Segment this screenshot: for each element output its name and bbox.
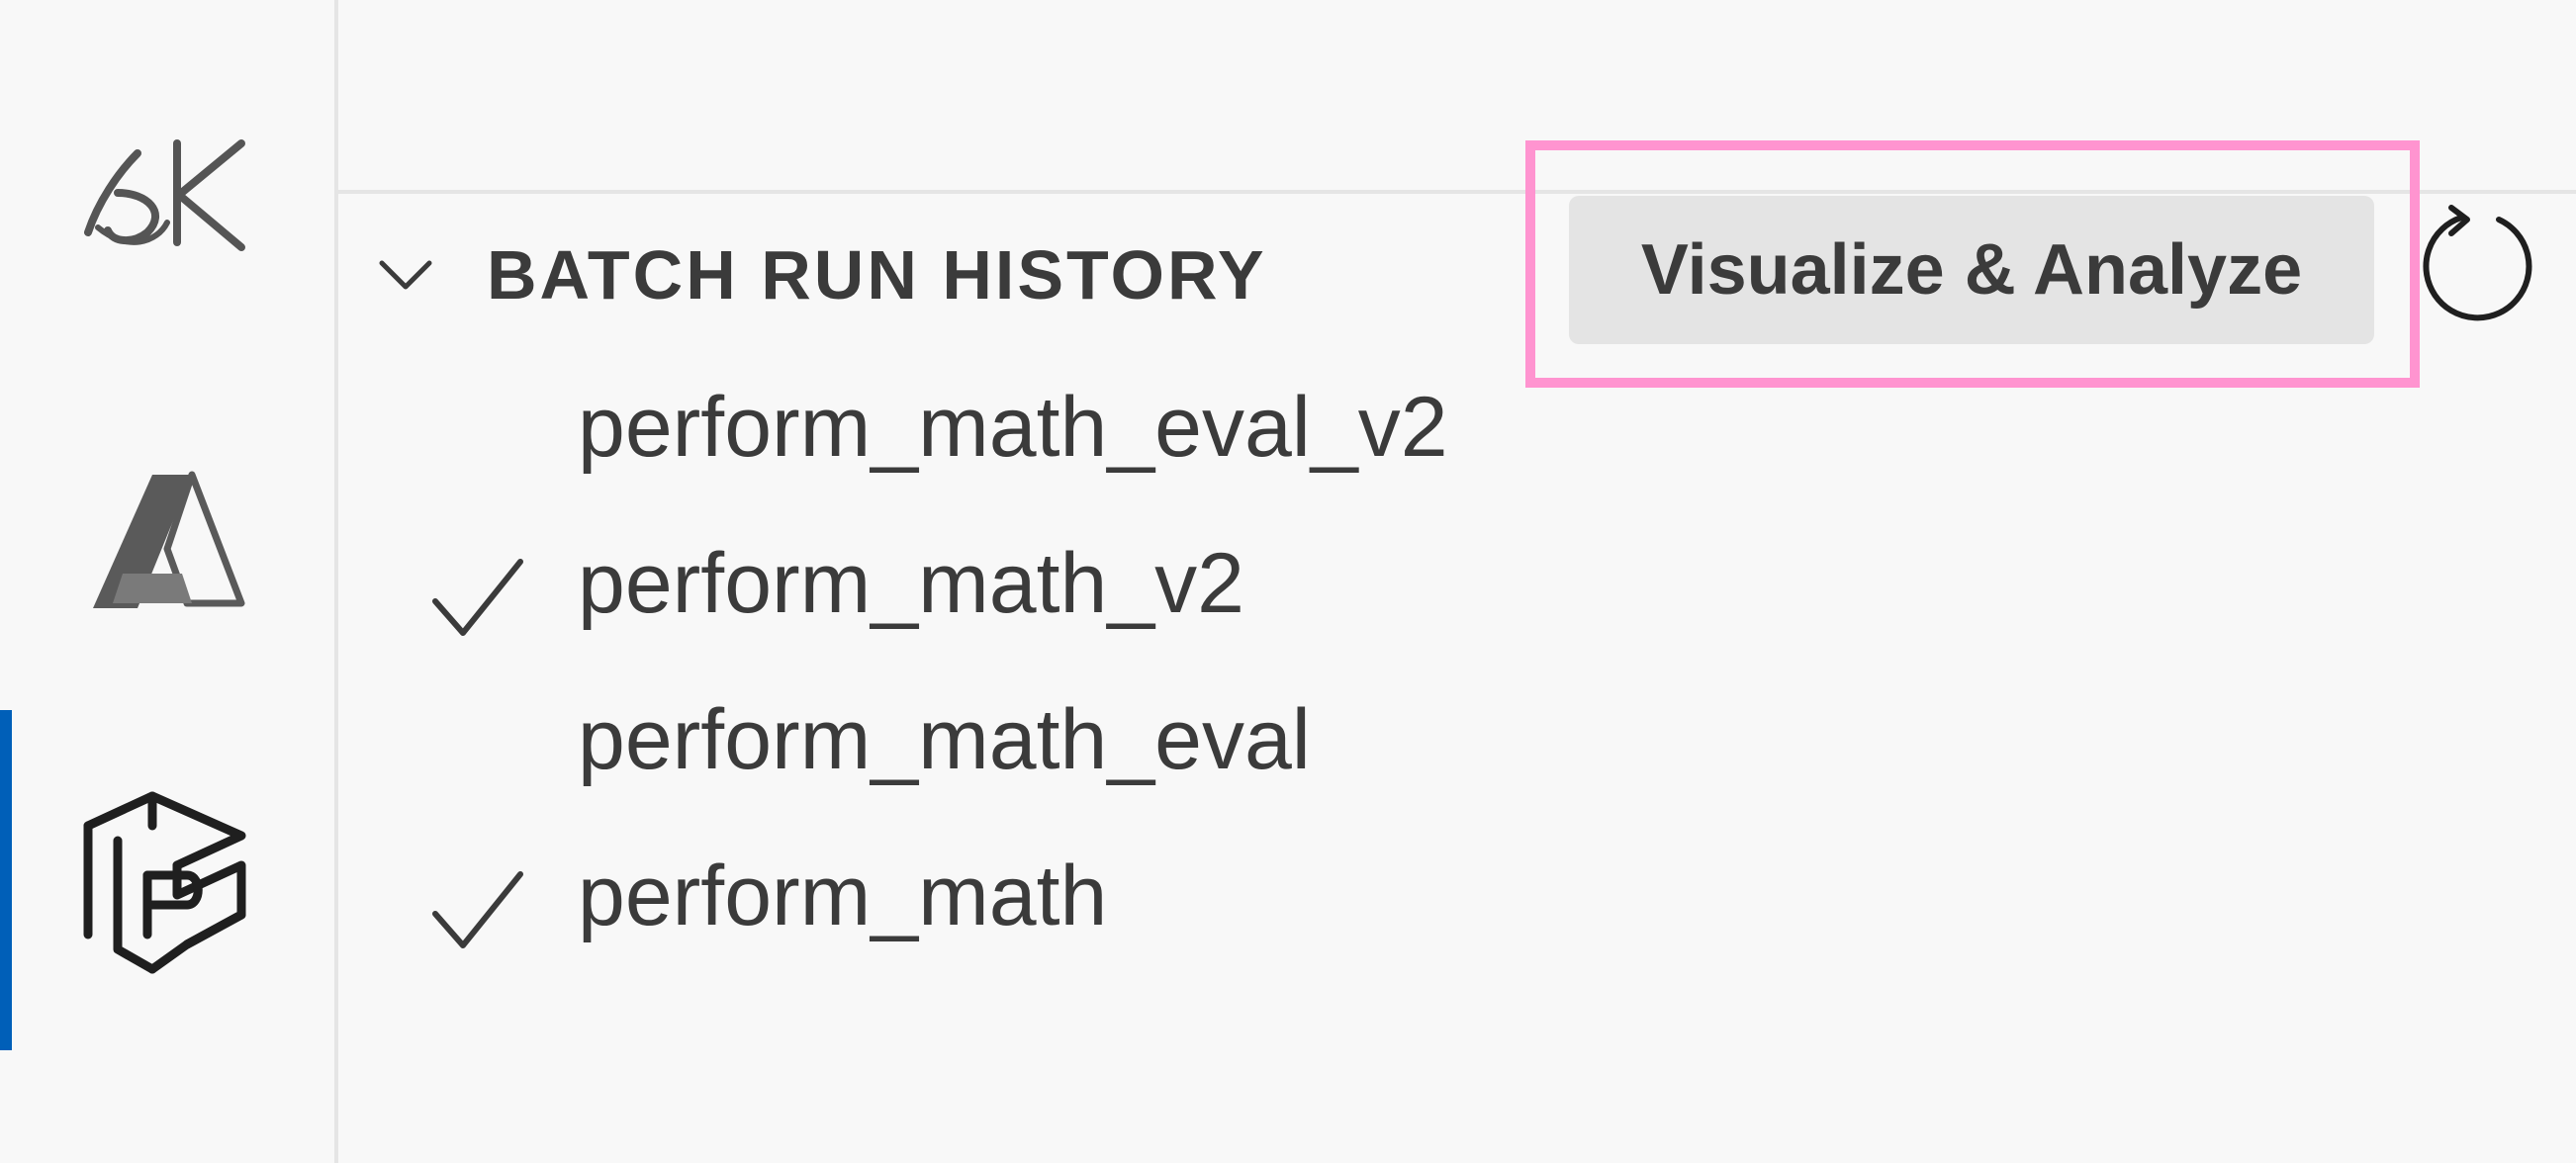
activity-bar [0, 0, 338, 1163]
list-item[interactable]: perform_math_eval [338, 669, 2576, 825]
side-panel: BATCH RUN HISTORY Visualize & Analyze pe… [338, 0, 2576, 1163]
activity-item-azure[interactable] [0, 440, 334, 638]
run-label: perform_math_eval [578, 692, 1311, 787]
activity-item-semantic-kernel[interactable] [0, 99, 334, 297]
check-icon [429, 864, 528, 953]
run-label: perform_math_eval_v2 [578, 380, 1448, 475]
list-item[interactable]: perform_math_eval_v2 [338, 356, 2576, 512]
divider [338, 190, 2576, 194]
chevron-down-icon[interactable] [376, 245, 435, 305]
run-list: perform_math_eval_v2 perform_math_v2 per… [338, 356, 2576, 981]
section-title: BATCH RUN HISTORY [487, 236, 1267, 313]
active-indicator [0, 710, 12, 1050]
semantic-kernel-icon [78, 134, 256, 262]
refresh-icon[interactable] [2412, 200, 2540, 328]
prompt-flow-icon [78, 786, 256, 974]
visualize-analyze-button[interactable]: Visualize & Analyze [1569, 196, 2374, 344]
run-label: perform_math_v2 [578, 536, 1244, 631]
list-item[interactable]: perform_math_v2 [338, 512, 2576, 669]
azure-icon [83, 455, 251, 623]
app-window: BATCH RUN HISTORY Visualize & Analyze pe… [0, 0, 2576, 1163]
list-item[interactable]: perform_math [338, 825, 2576, 981]
section-header-batch-run-history[interactable]: BATCH RUN HISTORY Visualize & Analyze [338, 140, 2576, 388]
activity-item-prompt-flow[interactable] [0, 781, 334, 979]
run-label: perform_math [578, 849, 1108, 943]
check-icon [429, 552, 528, 641]
